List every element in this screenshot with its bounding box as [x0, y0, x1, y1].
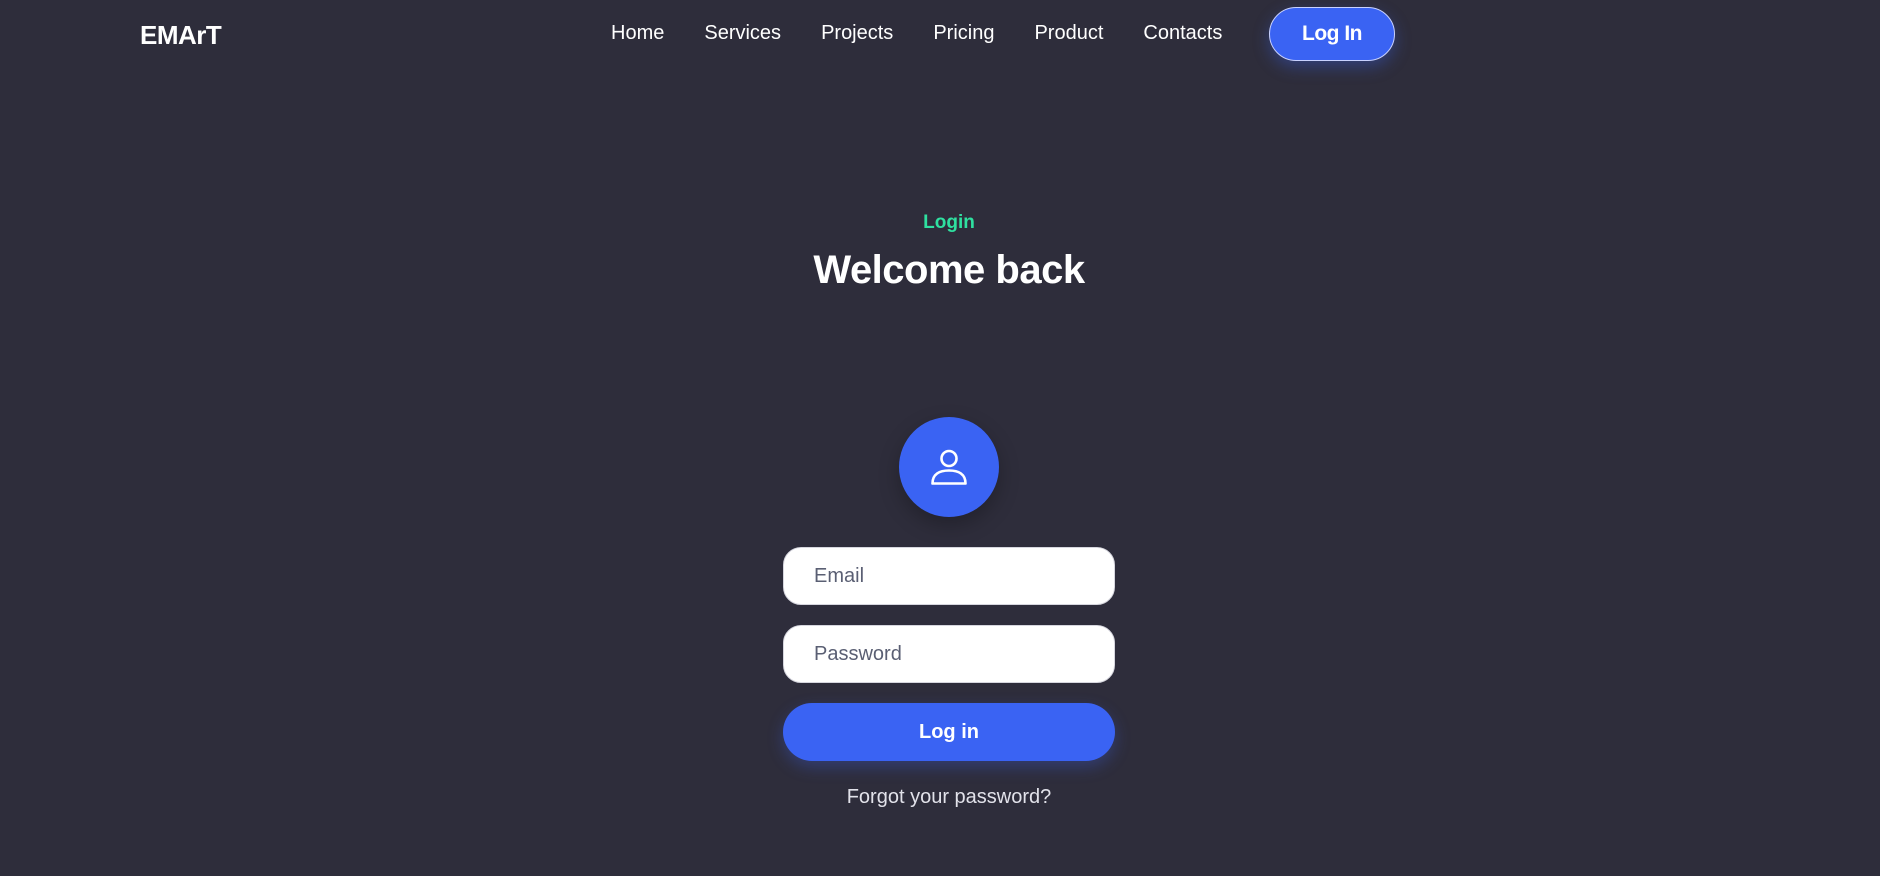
- nav-pricing[interactable]: Pricing: [913, 0, 1014, 67]
- nav-login-button[interactable]: Log In: [1269, 7, 1395, 61]
- brand-logo[interactable]: EMArT: [140, 20, 222, 51]
- nav-projects[interactable]: Projects: [801, 0, 913, 67]
- login-submit-button[interactable]: Log in: [783, 703, 1115, 761]
- top-navbar: EMArT Home Services Projects Pricing Pro…: [0, 0, 1880, 68]
- nav-home[interactable]: Home: [591, 0, 684, 67]
- email-field[interactable]: [783, 547, 1115, 605]
- password-field[interactable]: [783, 625, 1115, 683]
- main-nav: Home Services Projects Pricing Product C…: [591, 0, 1242, 68]
- nav-services[interactable]: Services: [684, 0, 801, 67]
- user-icon: [931, 449, 967, 485]
- avatar: [899, 417, 999, 517]
- page-title: Welcome back: [813, 248, 1085, 292]
- section-eyebrow: Login: [923, 212, 975, 233]
- forgot-password-link[interactable]: Forgot your password?: [0, 786, 1880, 809]
- nav-contacts[interactable]: Contacts: [1123, 0, 1242, 67]
- nav-product[interactable]: Product: [1014, 0, 1123, 67]
